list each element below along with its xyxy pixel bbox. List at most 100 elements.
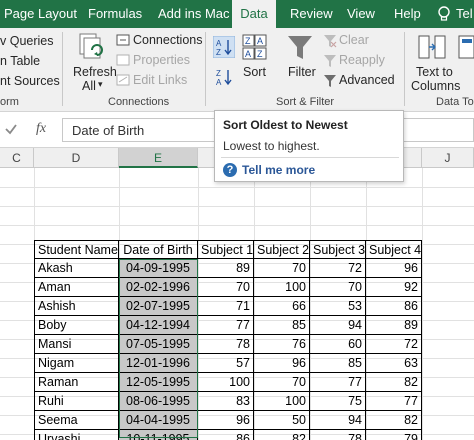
student-name-cell[interactable]: Aman — [34, 278, 119, 297]
refresh-all-icon[interactable] — [78, 32, 106, 62]
lightbulb-icon[interactable] — [438, 6, 450, 22]
filter-icon[interactable] — [286, 34, 314, 62]
table-header-cell[interactable]: Student Name — [34, 240, 119, 259]
score-cell[interactable]: 70 — [254, 373, 310, 392]
text-to-columns-label-2[interactable]: Columns — [411, 79, 460, 93]
table-header-cell[interactable]: Subject 4 — [366, 240, 422, 259]
score-cell[interactable]: 76 — [254, 335, 310, 354]
tab-add-ins-mac[interactable]: Add ins Mac — [158, 0, 230, 28]
score-cell[interactable]: 85 — [254, 316, 310, 335]
column-header-c[interactable]: C — [0, 148, 34, 168]
score-cell[interactable]: 78 — [198, 335, 254, 354]
student-name-cell[interactable]: Ashish — [34, 297, 119, 316]
score-cell[interactable]: 85 — [310, 354, 366, 373]
student-name-cell[interactable]: Nigam — [34, 354, 119, 373]
column-header-e[interactable]: E — [119, 148, 198, 168]
score-cell[interactable]: 94 — [310, 411, 366, 430]
recent-sources-button[interactable]: nt Sources — [0, 74, 60, 88]
sort-ascending-icon[interactable]: A Z — [213, 36, 235, 58]
score-cell[interactable]: 70 — [310, 278, 366, 297]
table-header-cell[interactable]: Date of Birth — [119, 240, 198, 259]
score-cell[interactable]: 82 — [366, 411, 422, 430]
student-name-cell[interactable]: Boby — [34, 316, 119, 335]
student-name-cell[interactable]: Akash — [34, 259, 119, 278]
score-cell[interactable]: 77 — [310, 373, 366, 392]
score-cell[interactable]: 86 — [366, 297, 422, 316]
column-header-j[interactable]: J — [422, 148, 474, 168]
view-queries-button[interactable]: v Queries — [0, 34, 54, 48]
tab-view[interactable]: View — [347, 0, 375, 28]
column-header-d[interactable]: D — [34, 148, 119, 168]
refresh-all-label[interactable]: Refresh — [73, 65, 117, 79]
score-cell[interactable]: 70 — [254, 259, 310, 278]
score-cell[interactable]: 70 — [198, 278, 254, 297]
chevron-down-icon[interactable]: ▾ — [98, 79, 103, 90]
tell-me-more-link[interactable]: Tell me more — [242, 163, 315, 177]
score-cell[interactable]: 82 — [254, 430, 310, 440]
score-cell[interactable]: 100 — [254, 278, 310, 297]
score-cell[interactable]: 50 — [254, 411, 310, 430]
connections-button[interactable]: Connections — [133, 33, 203, 47]
tab-tell-me[interactable]: Tel — [456, 0, 473, 28]
score-cell[interactable]: 79 — [366, 430, 422, 440]
student-name-cell[interactable]: Urvashi — [34, 430, 119, 440]
edit-links-button[interactable]: Edit Links — [133, 73, 187, 87]
clear-button[interactable]: Clear — [339, 33, 369, 47]
score-cell[interactable]: 86 — [198, 430, 254, 440]
student-name-cell[interactable]: Mansi — [34, 335, 119, 354]
flash-fill-icon[interactable] — [458, 34, 474, 62]
checkmark-icon[interactable] — [4, 122, 18, 136]
tab-formulas[interactable]: Formulas — [88, 0, 142, 28]
score-cell[interactable]: 100 — [198, 373, 254, 392]
tab-review[interactable]: Review — [290, 0, 333, 28]
date-of-birth-cell[interactable]: 08-06-1995 — [119, 392, 198, 411]
date-of-birth-cell[interactable]: 04-09-1995 — [119, 259, 198, 278]
fx-icon[interactable]: fx — [36, 121, 46, 137]
refresh-all-label-2[interactable]: All — [82, 79, 96, 93]
filter-button[interactable]: Filter — [288, 65, 316, 79]
score-cell[interactable]: 89 — [198, 259, 254, 278]
student-name-cell[interactable]: Seema — [34, 411, 119, 430]
table-header-cell[interactable]: Subject 2 — [254, 240, 310, 259]
score-cell[interactable]: 92 — [366, 278, 422, 297]
advanced-button[interactable]: Advanced — [339, 73, 395, 87]
sort-dialog-icon[interactable]: Z A A Z — [242, 34, 268, 62]
score-cell[interactable]: 96 — [198, 411, 254, 430]
date-of-birth-cell[interactable]: 02-02-1996 — [119, 278, 198, 297]
score-cell[interactable]: 96 — [366, 259, 422, 278]
table-header-cell[interactable]: Subject 1 — [198, 240, 254, 259]
date-of-birth-cell[interactable]: 04-04-1995 — [119, 411, 198, 430]
text-to-columns-icon[interactable] — [418, 34, 448, 62]
date-of-birth-cell[interactable]: 10-11-1995 — [119, 430, 198, 440]
from-table-button[interactable]: n Table — [0, 54, 40, 68]
properties-button[interactable]: Properties — [133, 53, 190, 67]
score-cell[interactable]: 60 — [310, 335, 366, 354]
score-cell[interactable]: 57 — [198, 354, 254, 373]
student-name-cell[interactable]: Ruhi — [34, 392, 119, 411]
score-cell[interactable]: 75 — [310, 392, 366, 411]
score-cell[interactable]: 71 — [198, 297, 254, 316]
table-header-cell[interactable]: Subject 3 — [310, 240, 366, 259]
score-cell[interactable]: 89 — [366, 316, 422, 335]
score-cell[interactable]: 63 — [366, 354, 422, 373]
tab-page-layout[interactable]: Page Layout — [4, 0, 77, 28]
reapply-button[interactable]: Reapply — [339, 53, 385, 67]
score-cell[interactable]: 96 — [254, 354, 310, 373]
date-of-birth-cell[interactable]: 07-05-1995 — [119, 335, 198, 354]
score-cell[interactable]: 100 — [254, 392, 310, 411]
score-cell[interactable]: 94 — [310, 316, 366, 335]
sort-descending-icon[interactable]: Z A — [213, 66, 235, 88]
date-of-birth-cell[interactable]: 02-07-1995 — [119, 297, 198, 316]
score-cell[interactable]: 77 — [366, 392, 422, 411]
score-cell[interactable]: 72 — [310, 259, 366, 278]
score-cell[interactable]: 78 — [310, 430, 366, 440]
tab-help[interactable]: Help — [394, 0, 421, 28]
score-cell[interactable]: 82 — [366, 373, 422, 392]
help-icon[interactable]: ? — [223, 163, 237, 177]
date-of-birth-cell[interactable]: 12-05-1995 — [119, 373, 198, 392]
sort-button[interactable]: Sort — [243, 65, 266, 79]
text-to-columns-label[interactable]: Text to — [416, 65, 453, 79]
tab-data[interactable]: Data — [232, 0, 276, 28]
date-of-birth-cell[interactable]: 04-12-1994 — [119, 316, 198, 335]
formula-value[interactable]: Date of Birth — [72, 123, 144, 138]
